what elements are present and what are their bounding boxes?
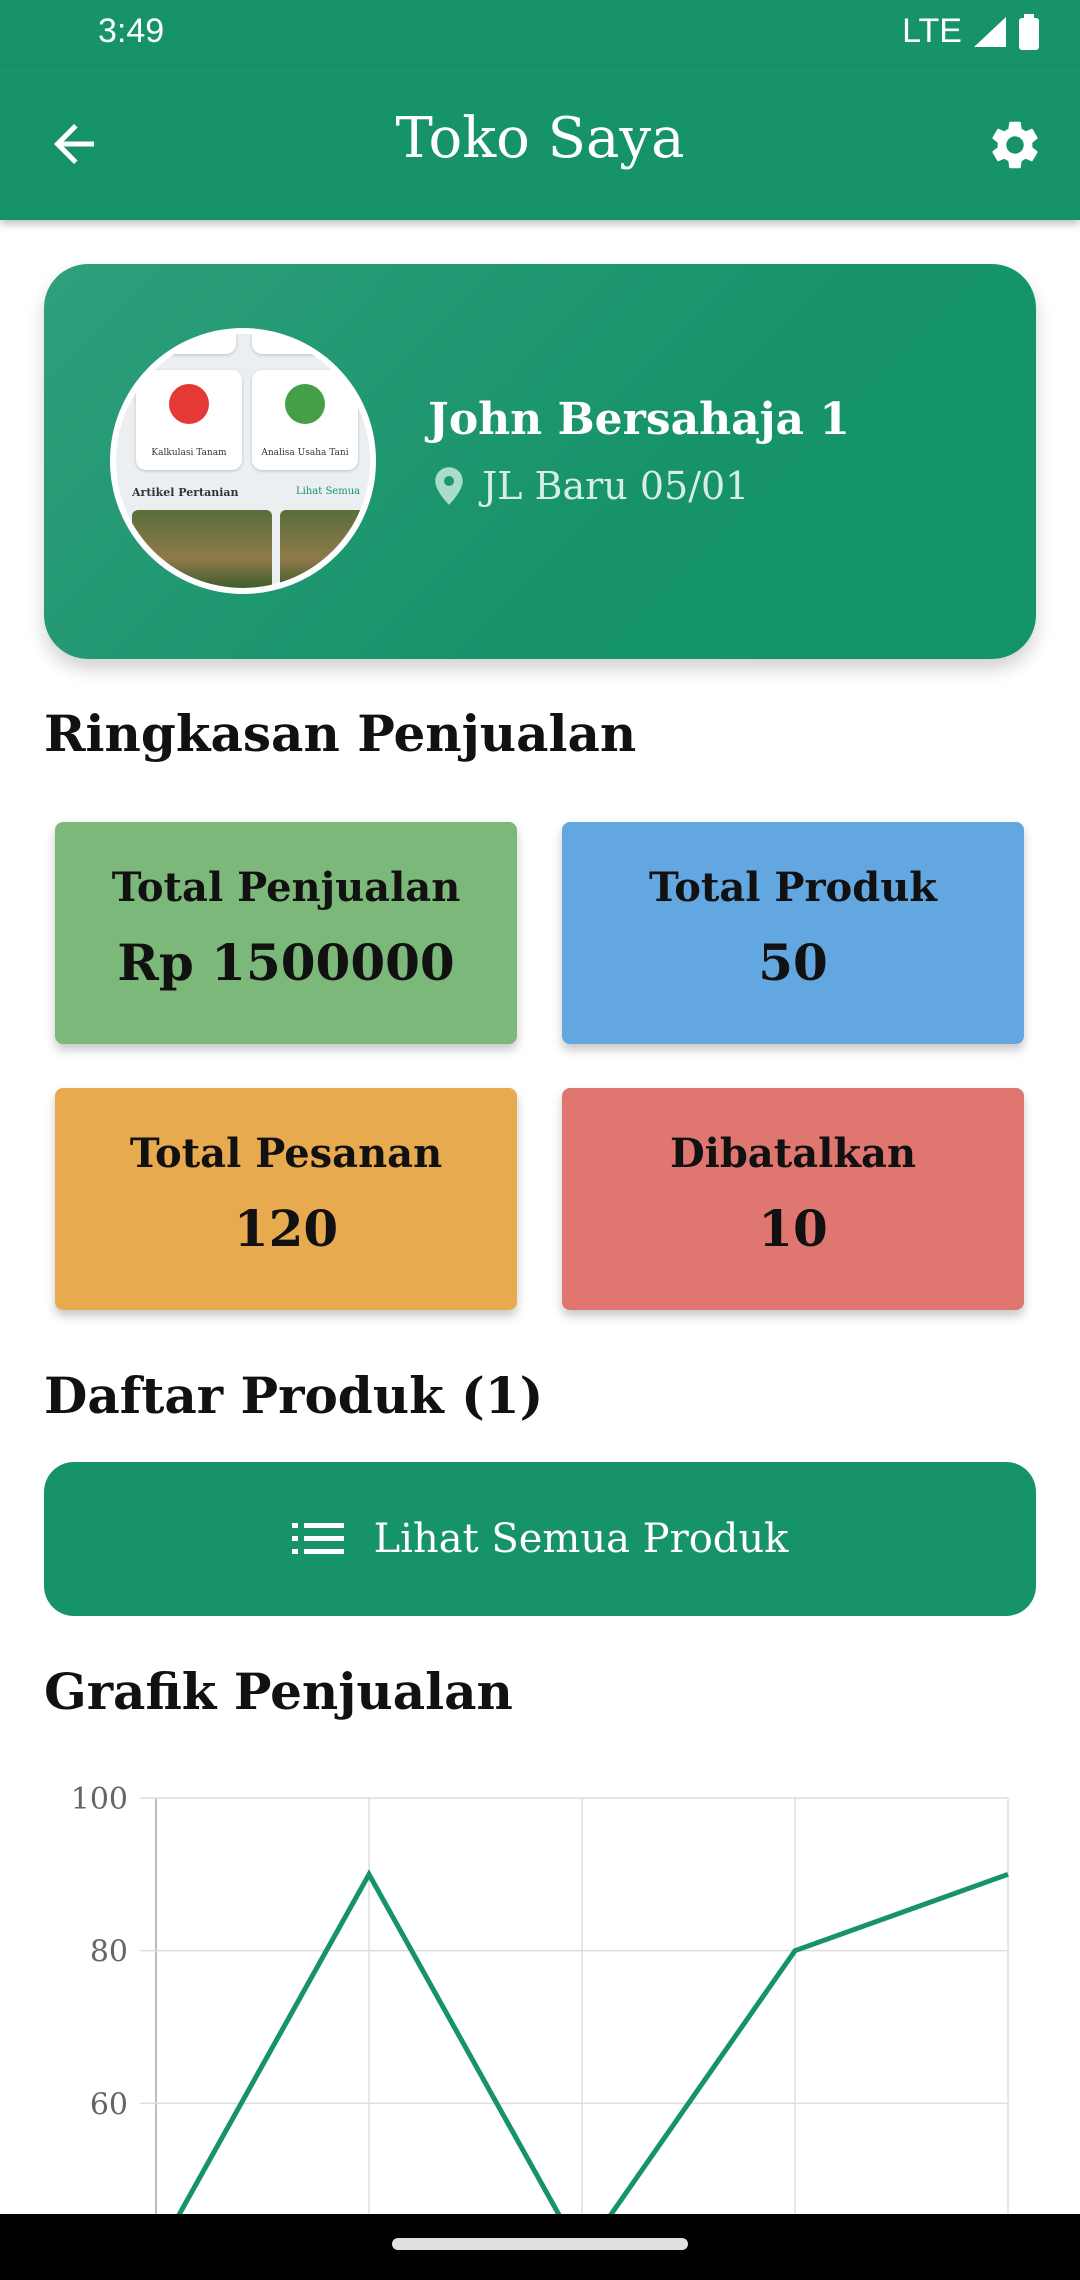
avatar-section-label: Artikel Pertanian	[132, 486, 239, 499]
stat-card-total-produk[interactable]: Total Produk 50	[562, 822, 1024, 1044]
chart-title: Grafik Penjualan	[44, 1662, 513, 1721]
y-tick-label: 80	[90, 1935, 128, 1970]
store-avatar[interactable]: Kalkulasi Tanam Analisa Usaha Tani Artik…	[110, 328, 376, 594]
stat-value: Rp 1500000	[117, 933, 455, 992]
stat-value: 120	[233, 1199, 339, 1258]
avatar-tile-top-left	[136, 334, 236, 354]
stat-card-total-penjualan[interactable]: Total Penjualan Rp 1500000	[55, 822, 517, 1044]
stat-card-dibatalkan[interactable]: Dibatalkan 10	[562, 1088, 1024, 1310]
y-tick-label: 100	[71, 1782, 128, 1817]
system-nav-bar	[0, 2214, 1080, 2280]
view-all-products-button[interactable]: Lihat Semua Produk	[44, 1462, 1036, 1616]
stat-card-total-pesanan[interactable]: Total Pesanan 120	[55, 1088, 517, 1310]
stat-label: Total Produk	[649, 864, 937, 911]
home-gesture-handle[interactable]	[392, 2238, 688, 2250]
avatar-photo	[280, 510, 370, 588]
signal-icon	[974, 16, 1006, 47]
stat-value: 10	[758, 1199, 828, 1258]
status-bar: 3:49 LTE	[0, 0, 1080, 66]
address-text: JL Baru 05/01	[482, 464, 750, 508]
battery-icon	[1019, 13, 1039, 50]
avatar-tile-label: Analisa Usaha Tani	[261, 448, 349, 458]
avatar-tile-kalkulasi: Kalkulasi Tanam	[136, 370, 242, 470]
view-all-products-label: Lihat Semua Produk	[373, 1516, 789, 1562]
y-tick-label: 60	[90, 2087, 128, 2122]
avatar-image: Kalkulasi Tanam Analisa Usaha Tani Artik…	[116, 334, 370, 588]
plant-icon	[285, 384, 325, 424]
store-profile-card: Kalkulasi Tanam Analisa Usaha Tani Artik…	[44, 264, 1036, 659]
store-address: JL Baru 05/01	[434, 464, 749, 508]
stat-label: Total Pesanan	[129, 1130, 443, 1177]
location-pin-icon	[435, 467, 463, 505]
stat-label: Dibatalkan	[669, 1130, 917, 1177]
gear-icon[interactable]	[986, 116, 1044, 174]
status-time: 3:49	[98, 12, 165, 50]
store-name: John Bersahaja 1	[428, 394, 850, 445]
avatar-tile-analisa: Analisa Usaha Tani	[252, 370, 358, 470]
avatar-photo	[132, 510, 272, 588]
app-bar: Toko Saya	[0, 66, 1080, 220]
stat-label: Total Penjualan	[111, 864, 461, 911]
page-title: Toko Saya	[395, 106, 685, 171]
status-icons: LTE	[902, 12, 1040, 51]
list-icon	[291, 1523, 344, 1554]
avatar-tile-label: Kalkulasi Tanam	[151, 448, 227, 458]
calculator-icon	[169, 384, 209, 424]
network-type: LTE	[902, 12, 962, 50]
avatar-tile-top-right	[252, 334, 352, 354]
product-list-title: Daftar Produk (1)	[44, 1366, 544, 1425]
summary-title: Ringkasan Penjualan	[44, 704, 637, 763]
avatar-link-label: Lihat Semua	[296, 486, 361, 497]
stat-value: 50	[758, 933, 828, 992]
sales-line-chart: 100 80 60	[71, 1782, 1009, 2214]
